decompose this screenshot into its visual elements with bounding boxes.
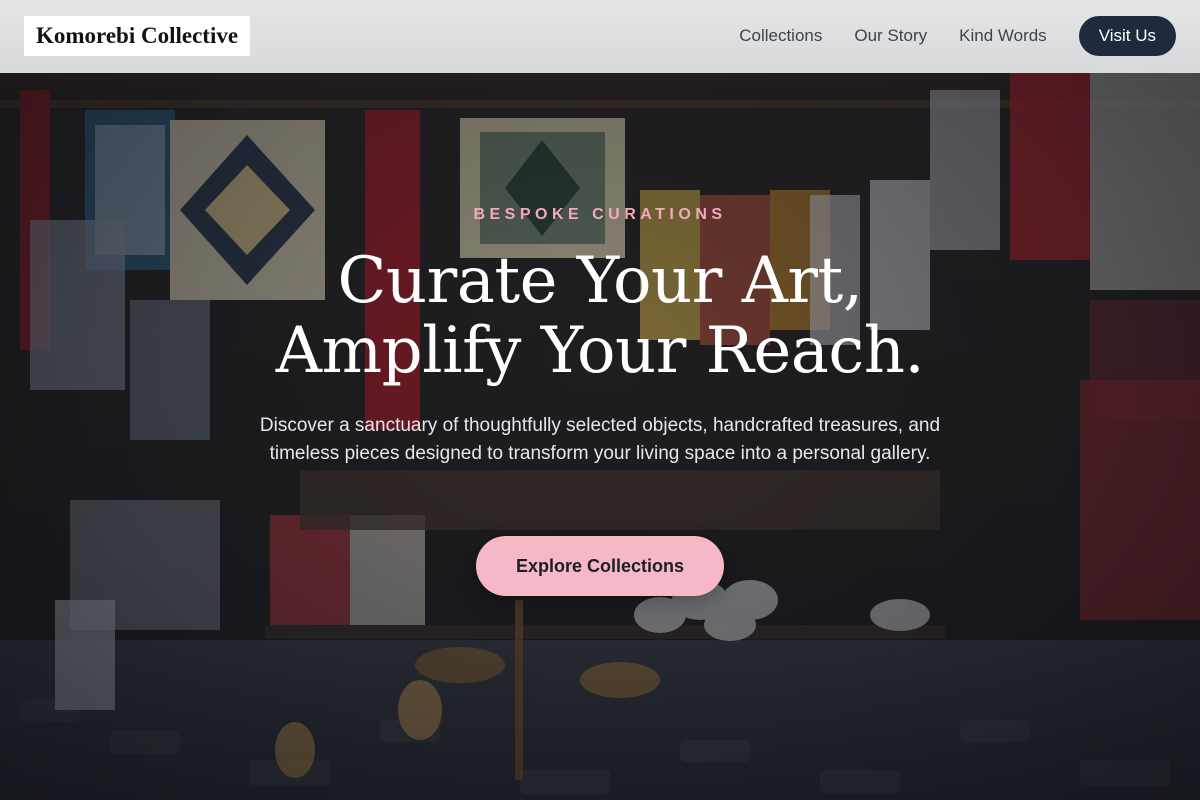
hero-description: Discover a sanctuary of thoughtfully sel… (259, 415, 941, 464)
hero-headline: Curate Your Art, Amplify Your Reach. (0, 246, 1200, 386)
hero-content: BESPOKE CURATIONS Curate Your Art, Ampli… (0, 0, 1200, 800)
explore-collections-button[interactable]: Explore Collections (476, 536, 724, 596)
hero-headline-line-2: Amplify Your Reach. (275, 314, 925, 388)
hero-headline-line-1: Curate Your Art, (337, 244, 863, 318)
hero-eyebrow: BESPOKE CURATIONS (473, 206, 727, 223)
